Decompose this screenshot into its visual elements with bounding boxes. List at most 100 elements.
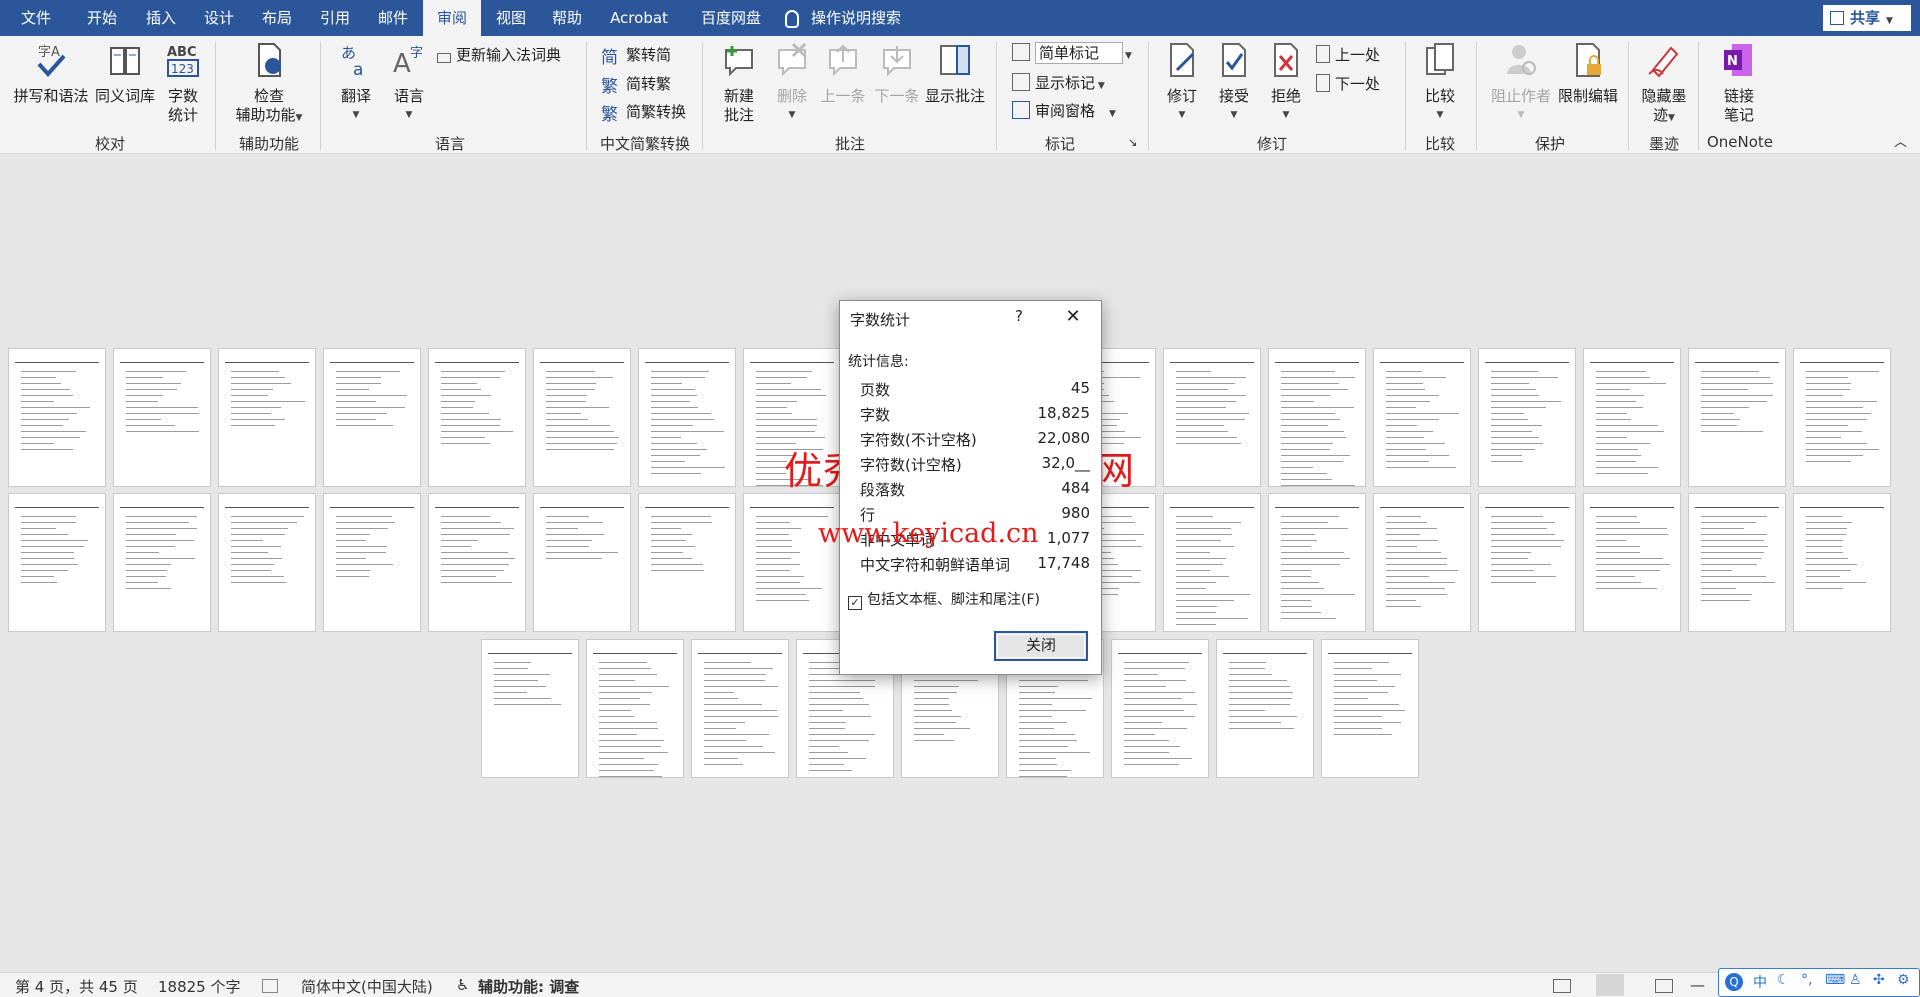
page-thumbnail[interactable]	[1268, 493, 1366, 632]
page-thumbnail[interactable]	[1163, 493, 1261, 632]
tab-insert[interactable]: 插入	[132, 0, 190, 36]
page-thumbnail[interactable]	[323, 348, 421, 487]
page-thumbnail[interactable]	[481, 639, 579, 778]
show-comments-button[interactable]: 显示批注	[924, 42, 986, 106]
page-thumbnail[interactable]	[218, 493, 316, 632]
tab-review[interactable]: 审阅	[423, 0, 481, 37]
delete-comment-button[interactable]: 删除 ▼	[770, 42, 814, 125]
page-indicator[interactable]: 第 4 页，共 45 页	[15, 976, 138, 997]
restrict-editing-button[interactable]: 限制编辑	[1556, 42, 1620, 106]
page-thumbnail[interactable]	[1268, 348, 1366, 487]
page-thumbnail[interactable]	[1793, 493, 1891, 632]
simplified-to-traditional-button[interactable]: 繁简转繁	[601, 73, 671, 97]
page-thumbnail[interactable]	[8, 348, 106, 487]
language-indicator[interactable]: 简体中文(中国大陆)	[301, 976, 433, 997]
thesaurus-button[interactable]: 同义词库	[92, 42, 158, 106]
proofing-icon[interactable]	[262, 979, 278, 993]
accessibility-icon[interactable]: ♿	[456, 976, 469, 994]
tab-references[interactable]: 引用	[306, 0, 364, 36]
page-thumbnail[interactable]	[323, 493, 421, 632]
page-thumbnail[interactable]	[113, 493, 211, 632]
page-thumbnail[interactable]	[1216, 639, 1314, 778]
tab-layout[interactable]: 布局	[248, 0, 306, 36]
page-thumbnail[interactable]	[1163, 348, 1261, 487]
page-thumbnail[interactable]	[691, 639, 789, 778]
markup-display-dropdown[interactable]: 简单标记 ▼	[1012, 42, 1132, 67]
block-authors-button[interactable]: 阻止作者 ▼	[1484, 42, 1558, 125]
close-icon[interactable]: ✕	[1062, 307, 1084, 329]
reviewing-pane-button[interactable]: 审阅窗格 ▼	[1012, 100, 1116, 125]
tab-file[interactable]: 文件	[0, 0, 72, 36]
skin-icon[interactable]: ✣	[1873, 972, 1885, 988]
tab-design[interactable]: 设计	[190, 0, 248, 36]
previous-comment-button[interactable]: 上一条	[816, 42, 870, 106]
page-thumbnail[interactable]	[1373, 493, 1471, 632]
tell-me-search[interactable]: 操作说明搜索	[785, 0, 901, 36]
accessibility-status[interactable]: 辅助功能: 调查	[478, 976, 579, 997]
new-comment-button[interactable]: 新建 批注	[710, 42, 768, 125]
tab-acrobat[interactable]: Acrobat	[597, 0, 681, 36]
ime-lang[interactable]: 中	[1753, 972, 1767, 992]
traditional-to-simplified-button[interactable]: 简繁转简	[601, 44, 671, 68]
page-thumbnail[interactable]	[638, 348, 736, 487]
page-thumbnail[interactable]	[1688, 493, 1786, 632]
zoom-minus-icon[interactable]: —	[1690, 976, 1705, 994]
page-thumbnail[interactable]	[1478, 493, 1576, 632]
reject-button[interactable]: 拒绝 ▼	[1262, 42, 1310, 125]
word-count-indicator[interactable]: 18825 个字	[158, 976, 241, 997]
collapse-ribbon-icon[interactable]: ︿	[1894, 132, 1907, 154]
next-change-button[interactable]: 下一处	[1316, 73, 1380, 95]
read-mode-icon[interactable]	[1553, 979, 1571, 993]
include-textboxes-checkbox[interactable]: ✓ 包括文本框、脚注和尾注(F)	[848, 589, 1040, 610]
page-thumbnail[interactable]	[1111, 639, 1209, 778]
tab-help[interactable]: 帮助	[539, 0, 595, 36]
track-changes-button[interactable]: 修订 ▼	[1158, 42, 1206, 125]
page-thumbnail[interactable]	[1478, 348, 1576, 487]
print-layout-icon[interactable]	[1596, 974, 1624, 996]
tab-view[interactable]: 视图	[483, 0, 539, 36]
page-thumbnail[interactable]	[218, 348, 316, 487]
settings-icon[interactable]: ⚙	[1897, 972, 1910, 988]
tab-baidu-netdisk[interactable]: 百度网盘	[684, 0, 778, 36]
moon-icon[interactable]: ☾	[1777, 972, 1790, 988]
page-thumbnail[interactable]	[638, 493, 736, 632]
translate-button[interactable]: あa 翻译 ▼	[330, 42, 382, 125]
web-layout-icon[interactable]	[1655, 979, 1673, 993]
page-thumbnail[interactable]	[1373, 348, 1471, 487]
page-thumbnail[interactable]	[113, 348, 211, 487]
page-thumbnail[interactable]	[8, 493, 106, 632]
page-thumbnail[interactable]	[428, 493, 526, 632]
page-thumbnail[interactable]	[1321, 639, 1419, 778]
language-button[interactable]: A字 语言 ▼	[384, 42, 434, 125]
word-count-button[interactable]: ABC 123 字数 统计	[160, 42, 206, 125]
accept-button[interactable]: 接受 ▼	[1210, 42, 1258, 125]
compare-button[interactable]: 比较 ▼	[1414, 42, 1466, 125]
page-thumbnail[interactable]	[586, 639, 684, 778]
share-button[interactable]: 共享 ▼	[1823, 5, 1911, 31]
tab-mailings[interactable]: 邮件	[364, 0, 422, 36]
page-thumbnail[interactable]	[428, 348, 526, 487]
page-thumbnail[interactable]	[533, 493, 631, 632]
chinese-conversion-button[interactable]: 繁简繁转换	[601, 101, 686, 125]
page-thumbnail[interactable]	[533, 348, 631, 487]
keyboard-icon[interactable]: ⌨	[1825, 972, 1845, 988]
linked-notes-button[interactable]: N 链接 笔记	[1706, 42, 1772, 125]
check-accessibility-button[interactable]: 检查 辅助功能▼	[225, 42, 313, 128]
punctuation-icon[interactable]: °,	[1801, 972, 1812, 988]
show-markup-button[interactable]: 显示标记 ▼	[1012, 72, 1105, 97]
page-thumbnail[interactable]	[1688, 348, 1786, 487]
page-thumbnail[interactable]	[1583, 493, 1681, 632]
page-thumbnail[interactable]	[743, 493, 841, 632]
close-button[interactable]: 关闭	[994, 631, 1088, 661]
page-thumbnail[interactable]	[1583, 348, 1681, 487]
tab-home[interactable]: 开始	[72, 0, 132, 36]
hide-ink-button[interactable]: 隐藏墨 迹▼	[1636, 42, 1692, 128]
ime-toolbar[interactable]: Q 中 ☾ °, ⌨ ♙ ✣ ⚙	[1718, 968, 1920, 997]
next-comment-button[interactable]: 下一条	[870, 42, 924, 106]
spelling-grammar-button[interactable]: 字A 拼写和语法	[10, 42, 92, 106]
user-icon[interactable]: ♙	[1849, 972, 1862, 988]
update-ime-dictionary-button[interactable]: 更新输入法词典	[437, 44, 561, 66]
help-button[interactable]: ?	[1008, 307, 1030, 325]
page-thumbnail[interactable]	[1793, 348, 1891, 487]
previous-change-button[interactable]: 上一处	[1316, 44, 1380, 66]
